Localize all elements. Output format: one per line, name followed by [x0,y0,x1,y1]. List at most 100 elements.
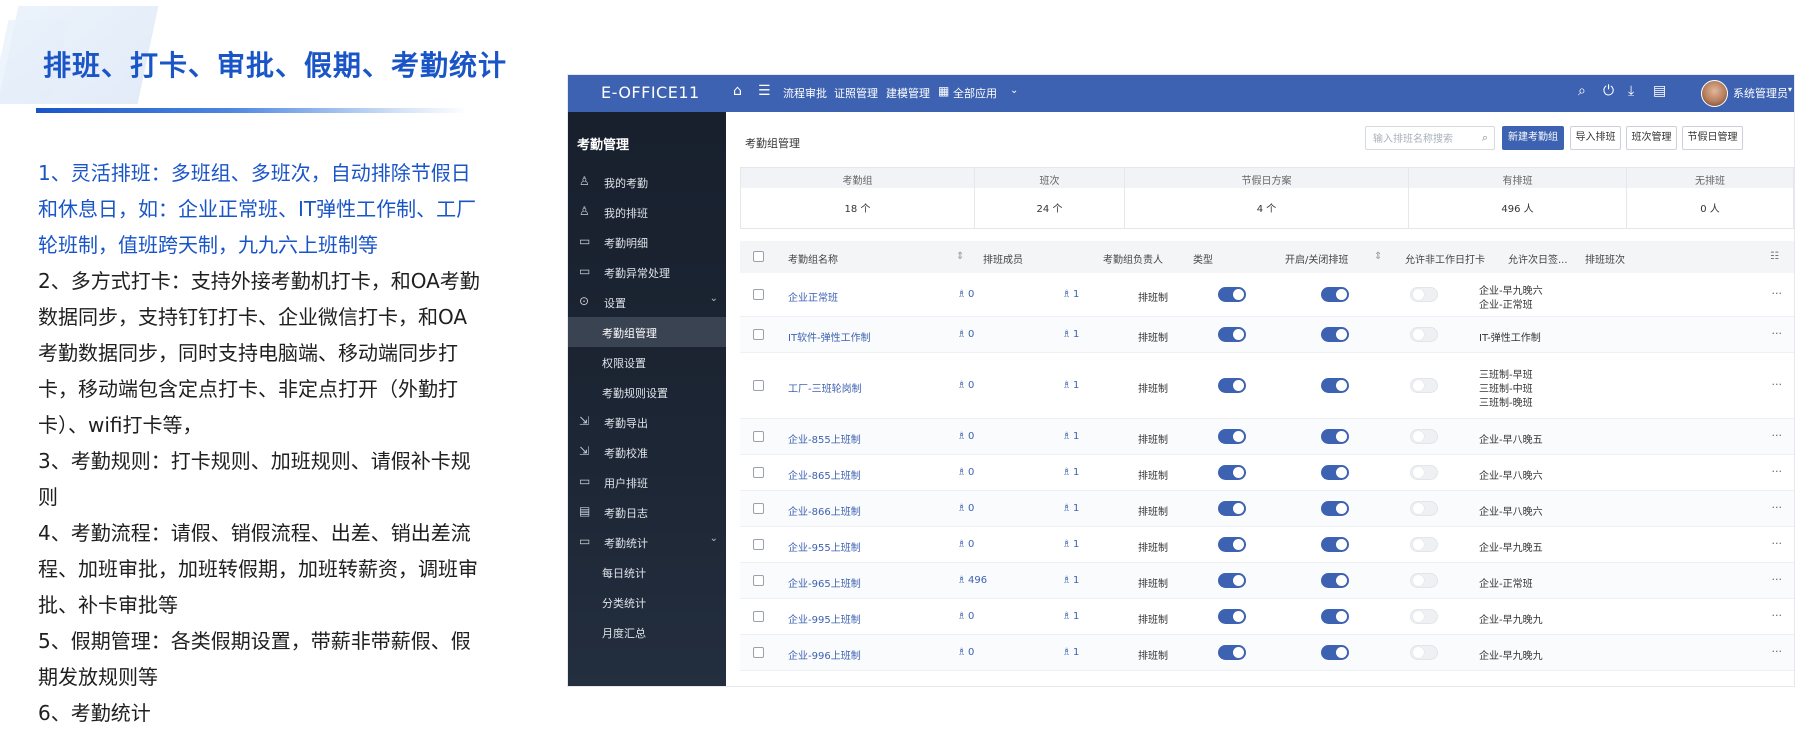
brand-logo[interactable]: E-OFFICE11 [601,83,700,102]
document-icon[interactable]: ▤ [1653,83,1666,99]
sidebar-item-calibrate[interactable]: ⇲ 考勤校准 [568,437,726,467]
nextday-sign-toggle[interactable] [1410,327,1438,342]
sidebar-item-my-schedule[interactable]: ♙ 我的排班 [568,197,726,227]
row-checkbox[interactable] [753,431,764,442]
group-name-link[interactable]: 企业-996上班制 [788,647,861,662]
nextday-sign-toggle[interactable] [1410,429,1438,444]
owner-count[interactable]: 1 [1073,503,1079,514]
sort-icon[interactable]: ⇕ [956,251,964,262]
nextday-sign-toggle[interactable] [1410,465,1438,480]
nextday-sign-toggle[interactable] [1410,537,1438,552]
import-schedule-button[interactable]: 导入排班 [1570,126,1621,150]
schedule-toggle[interactable] [1218,573,1246,588]
sidebar-item-user-shift[interactable]: ▭ 用户排班 [568,467,726,497]
owner-count[interactable]: 1 [1073,467,1079,478]
table-row[interactable]: 企业正常班 ♗ 0 ♗ 1 排班制 企业-早九晚六 企业-正常班 ··· [740,273,1794,317]
nav-link-all-apps[interactable]: 全部应用 [953,85,997,101]
owner-count[interactable]: 1 [1073,380,1079,391]
nonwork-punch-toggle[interactable] [1321,429,1349,444]
table-row[interactable]: 企业-865上班制 ♗ 0 ♗ 1 排班制 企业-早八晚六 ··· [740,455,1794,491]
table-row[interactable]: 企业-995上班制 ♗ 0 ♗ 1 排班制 企业-早九晚九 ··· [740,599,1794,635]
nav-link-flow[interactable]: 流程审批 [783,85,827,101]
sidebar-item-export[interactable]: ⇲ 考勤导出 [568,407,726,437]
owner-count[interactable]: 1 [1073,611,1079,622]
user-name[interactable]: 系统管理员 [1733,85,1788,101]
owner-count[interactable]: 1 [1073,289,1079,300]
schedule-toggle[interactable] [1218,537,1246,552]
schedule-toggle[interactable] [1218,465,1246,480]
more-actions-icon[interactable]: ··· [1772,378,1783,391]
sidebar-item-daily[interactable]: 每日统计 [568,557,726,587]
sidebar-item-log[interactable]: ▤ 考勤日志 [568,497,726,527]
schedule-toggle[interactable] [1218,327,1246,342]
nextday-sign-toggle[interactable] [1410,573,1438,588]
nonwork-punch-toggle[interactable] [1321,465,1349,480]
group-name-link[interactable]: 企业-965上班制 [788,575,861,590]
search-input[interactable] [1373,128,1478,151]
schedule-toggle[interactable] [1218,378,1246,393]
table-row[interactable]: 企业-955上班制 ♗ 0 ♗ 1 排班制 企业-早九晚五 ··· [740,527,1794,563]
search-field[interactable]: ⌕ [1365,126,1495,151]
members-count[interactable]: 0 [968,289,974,300]
sidebar-item-rules[interactable]: 考勤规则设置 [568,377,726,407]
more-actions-icon[interactable]: ··· [1772,429,1783,442]
row-checkbox[interactable] [753,467,764,478]
table-row[interactable]: 企业-965上班制 ♗ 496 ♗ 1 排班制 企业-正常班 ··· [740,563,1794,599]
members-count[interactable]: 0 [968,539,974,550]
nonwork-punch-toggle[interactable] [1321,537,1349,552]
more-actions-icon[interactable]: ··· [1772,465,1783,478]
table-row[interactable]: 企业-996上班制 ♗ 0 ♗ 1 排班制 企业-早九晚九 ··· [740,635,1794,671]
nonwork-punch-toggle[interactable] [1321,378,1349,393]
sidebar-item-my-attendance[interactable]: ♙ 我的考勤 [568,167,726,197]
nextday-sign-toggle[interactable] [1410,287,1438,302]
schedule-toggle[interactable] [1218,501,1246,516]
members-count[interactable]: 0 [968,329,974,340]
group-name-link[interactable]: 企业-865上班制 [788,467,861,482]
col-schedule-toggle[interactable]: 开启/关闭排班 [1285,251,1348,266]
members-count[interactable]: 496 [968,575,987,586]
sort-icon[interactable]: ⇕ [1374,251,1382,262]
row-checkbox[interactable] [753,611,764,622]
nextday-sign-toggle[interactable] [1410,378,1438,393]
group-name-link[interactable]: 企业-855上班制 [788,431,861,446]
row-checkbox[interactable] [753,289,764,300]
sidebar-item-category[interactable]: 分类统计 [568,587,726,617]
nextday-sign-toggle[interactable] [1410,609,1438,624]
download-icon[interactable]: ⤓ [1628,83,1634,99]
more-actions-icon[interactable]: ··· [1772,609,1783,622]
row-checkbox[interactable] [753,503,764,514]
sidebar-item-monthly[interactable]: 月度汇总 [568,617,726,647]
sidebar-item-detail[interactable]: ▭ 考勤明细 [568,227,726,257]
row-checkbox[interactable] [753,380,764,391]
caret-down-icon[interactable]: ▾ [1788,85,1792,94]
more-actions-icon[interactable]: ··· [1772,287,1783,300]
select-all-checkbox[interactable] [753,251,764,262]
table-row[interactable]: 企业-866上班制 ♗ 0 ♗ 1 排班制 企业-早八晚六 ··· [740,491,1794,527]
row-checkbox[interactable] [753,647,764,658]
owner-count[interactable]: 1 [1073,539,1079,550]
more-actions-icon[interactable]: ··· [1772,327,1783,340]
sidebar-item-group-mgmt[interactable]: 考勤组管理 [568,317,726,347]
group-name-link[interactable]: 企业-955上班制 [788,539,861,554]
nonwork-punch-toggle[interactable] [1321,573,1349,588]
sidebar-item-permissions[interactable]: 权限设置 [568,347,726,377]
nextday-sign-toggle[interactable] [1410,501,1438,516]
members-count[interactable]: 0 [968,503,974,514]
schedule-toggle[interactable] [1218,429,1246,444]
members-count[interactable]: 0 [968,431,974,442]
shift-mgmt-button[interactable]: 班次管理 [1626,126,1677,150]
more-actions-icon[interactable]: ··· [1772,573,1783,586]
nonwork-punch-toggle[interactable] [1321,609,1349,624]
group-name-link[interactable]: 工厂-三班轮岗制 [788,380,862,395]
more-actions-icon[interactable]: ··· [1772,537,1783,550]
table-row[interactable]: 工厂-三班轮岗制 ♗ 0 ♗ 1 排班制 三班制-早班 三班制-中班 三班制-晚班 ··· [740,353,1794,419]
new-group-button[interactable]: 新建考勤组 [1502,126,1564,150]
row-checkbox[interactable] [753,329,764,340]
table-row[interactable]: 企业-855上班制 ♗ 0 ♗ 1 排班制 企业-早八晚五 ··· [740,419,1794,455]
nav-link-modeling[interactable]: 建模管理 [886,85,930,101]
menu-icon[interactable]: ☰ [758,83,771,99]
row-checkbox[interactable] [753,575,764,586]
members-count[interactable]: 0 [968,647,974,658]
chevron-down-icon[interactable]: ⌄ [1010,85,1018,96]
sidebar-item-settings[interactable]: ⊙ 设置 ⌄ [568,287,726,317]
